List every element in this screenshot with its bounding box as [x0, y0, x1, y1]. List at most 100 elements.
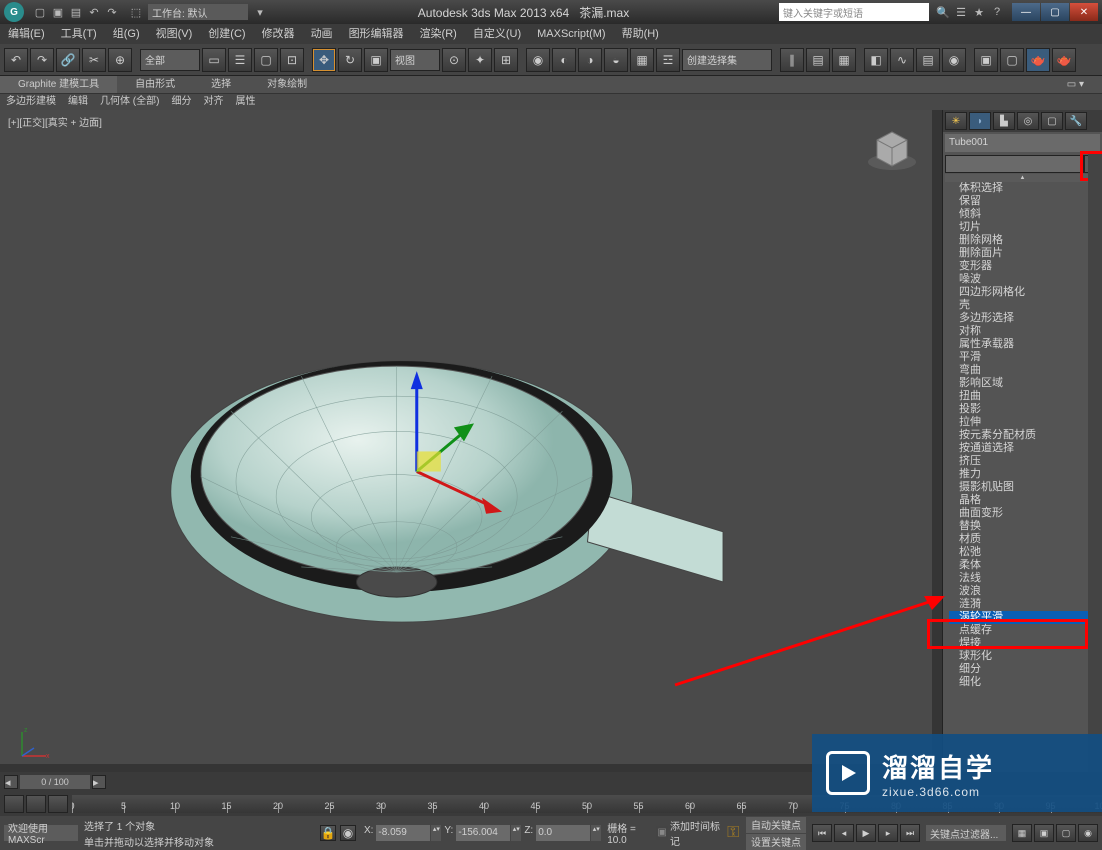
menu-animation[interactable]: 动画 — [303, 24, 341, 44]
right-panel-scrollbar[interactable] — [1088, 154, 1102, 774]
timeline-config-icon[interactable] — [4, 795, 24, 813]
modifier-item[interactable]: 球形化 — [949, 650, 1100, 663]
spinner-snap-icon[interactable]: ◒ — [604, 48, 628, 72]
modifier-item[interactable]: 四边形网格化 — [949, 286, 1100, 299]
y-coord-input[interactable]: -156.004 — [456, 825, 510, 841]
ribbon-sub-polymodel[interactable]: 多边形建模 — [0, 94, 62, 110]
angle-snap-icon[interactable]: ◐ — [552, 48, 576, 72]
viewport-nav-4-icon[interactable]: ◉ — [1078, 824, 1098, 842]
menu-modifiers[interactable]: 修改器 — [254, 24, 303, 44]
ribbon-sub-subdiv[interactable]: 细分 — [165, 94, 197, 110]
help-icon[interactable]: ? — [989, 4, 1005, 20]
isolate-icon[interactable]: ◉ — [340, 825, 356, 841]
scale-icon[interactable]: ▣ — [364, 48, 388, 72]
new-icon[interactable]: ▢ — [32, 4, 48, 20]
minimize-button[interactable]: — — [1012, 3, 1040, 21]
open-icon[interactable]: ▣ — [50, 4, 66, 20]
redo-button[interactable]: ↷ — [30, 48, 54, 72]
bind-icon[interactable]: ⊕ — [108, 48, 132, 72]
keyboard-shortcut-icon[interactable]: ⊞ — [494, 48, 518, 72]
key-mode-icon[interactable]: ⚿ — [726, 821, 740, 845]
modifier-item[interactable]: 体积选择 — [949, 182, 1100, 195]
ribbon-tab-graphite[interactable]: Graphite 建模工具 — [0, 76, 117, 93]
menu-maxscript[interactable]: MAXScript(M) — [529, 24, 613, 44]
ribbon-sub-align[interactable]: 对齐 — [197, 94, 229, 110]
ribbon-sub-edit[interactable]: 编辑 — [62, 94, 94, 110]
exchange-icon[interactable]: ☰ — [953, 4, 969, 20]
lock-selection-icon[interactable]: 🔒 — [320, 825, 336, 841]
curve-editor-icon[interactable]: ∿ — [890, 48, 914, 72]
modifier-item[interactable]: 平滑 — [949, 351, 1100, 364]
undo-button[interactable]: ↶ — [4, 48, 28, 72]
modifier-item[interactable]: 曲面变形 — [949, 507, 1100, 520]
object-name-field[interactable]: Tube001 — [945, 134, 1100, 152]
viewport[interactable]: [+][正交][真实 + 边面] z x — [0, 110, 942, 774]
redo-icon[interactable]: ↷ — [104, 4, 120, 20]
viewport-scrollbar-v[interactable] — [932, 110, 942, 764]
ribbon-sub-geometry[interactable]: 几何体 (全部) — [94, 94, 165, 110]
modifier-item[interactable]: 对称 — [949, 325, 1100, 338]
viewport-nav-3-icon[interactable]: ▢ — [1056, 824, 1076, 842]
modifier-item[interactable]: 细化 — [949, 676, 1100, 689]
menu-graph-editors[interactable]: 图形编辑器 — [341, 24, 412, 44]
edged-faces-icon[interactable]: ▦ — [630, 48, 654, 72]
manipulate-icon[interactable]: ✦ — [468, 48, 492, 72]
modifier-spin-up[interactable]: ▲ — [945, 174, 1100, 182]
layer-manager-icon[interactable]: ▦ — [832, 48, 856, 72]
modifier-item[interactable]: 倾斜 — [949, 208, 1100, 221]
time-slider[interactable]: 0 / 100 — [20, 775, 90, 789]
ribbon-toggle-icon[interactable]: ◧ — [864, 48, 888, 72]
menu-view[interactable]: 视图(V) — [148, 24, 201, 44]
modifier-item[interactable]: 焊接 — [949, 637, 1100, 650]
menu-edit[interactable]: 编辑(E) — [0, 24, 53, 44]
timeline-filter-icon[interactable] — [26, 795, 46, 813]
modifier-item[interactable]: 柔体 — [949, 559, 1100, 572]
modifier-list[interactable]: 体积选择保留倾斜切片删除网格删除面片变形器噪波四边形网格化壳多边形选择对称属性承… — [949, 182, 1100, 774]
workspace-dropdown-icon[interactable]: ▾ — [252, 4, 268, 20]
render-icon[interactable]: 🫖 — [1026, 48, 1050, 72]
prev-frame-icon[interactable]: ◂ — [834, 824, 854, 842]
menu-help[interactable]: 帮助(H) — [614, 24, 667, 44]
ribbon-tab-selection[interactable]: 选择 — [193, 76, 249, 93]
modifier-item[interactable]: 投影 — [949, 403, 1100, 416]
modifier-item[interactable]: 弯曲 — [949, 364, 1100, 377]
modifier-item[interactable]: 涟漪 — [949, 598, 1100, 611]
auto-key-button[interactable]: 自动关键点 — [746, 817, 806, 833]
timeslider-prev[interactable]: ◂ — [4, 775, 18, 789]
utilities-tab-icon[interactable]: 🔧 — [1065, 112, 1087, 130]
modifier-item[interactable]: 波浪 — [949, 585, 1100, 598]
modify-tab-icon[interactable]: ◗ — [969, 112, 991, 130]
modifier-item[interactable]: 细分 — [949, 663, 1100, 676]
modifier-item[interactable]: 按通道选择 — [949, 442, 1100, 455]
x-spinner[interactable]: ▴▾ — [431, 825, 441, 841]
ref-coord-system[interactable]: 视图 — [390, 49, 440, 71]
named-selection-icon[interactable]: ☲ — [656, 48, 680, 72]
viewport-nav-2-icon[interactable]: ▣ — [1034, 824, 1054, 842]
viewcube[interactable] — [862, 120, 922, 180]
workspace-selector[interactable]: 工作台: 默认 — [148, 4, 248, 20]
app-icon[interactable]: G — [4, 2, 24, 22]
y-spinner[interactable]: ▴▾ — [511, 825, 521, 841]
next-frame-icon[interactable]: ▸ — [878, 824, 898, 842]
undo-icon[interactable]: ↶ — [86, 4, 102, 20]
modifier-item[interactable]: 涡轮平滑 — [949, 611, 1100, 624]
ribbon-tab-paint[interactable]: 对象绘制 — [249, 76, 325, 93]
menu-rendering[interactable]: 渲染(R) — [412, 24, 465, 44]
play-icon[interactable]: ▶ — [856, 824, 876, 842]
modifier-item[interactable]: 噪波 — [949, 273, 1100, 286]
add-time-tag[interactable]: 添加时间标记 — [670, 818, 720, 848]
selection-filter[interactable]: 全部 — [140, 49, 200, 71]
menu-customize[interactable]: 自定义(U) — [465, 24, 529, 44]
modifier-item[interactable]: 松弛 — [949, 546, 1100, 559]
z-spinner[interactable]: ▴▾ — [591, 825, 601, 841]
percent-snap-icon[interactable]: ◑ — [578, 48, 602, 72]
search-icon[interactable]: 🔍 — [935, 4, 951, 20]
infocenter-search[interactable]: 键入关键字或短语 — [779, 3, 929, 21]
modifier-item[interactable]: 删除网格 — [949, 234, 1100, 247]
modifier-item[interactable]: 法线 — [949, 572, 1100, 585]
modifier-item[interactable]: 多边形选择 — [949, 312, 1100, 325]
modifier-item[interactable]: 摄影机贴图 — [949, 481, 1100, 494]
time-tag-icon[interactable]: ▣ — [656, 826, 668, 840]
modifier-item[interactable]: 替换 — [949, 520, 1100, 533]
viewport-label[interactable]: [+][正交][真实 + 边面] — [8, 114, 102, 129]
